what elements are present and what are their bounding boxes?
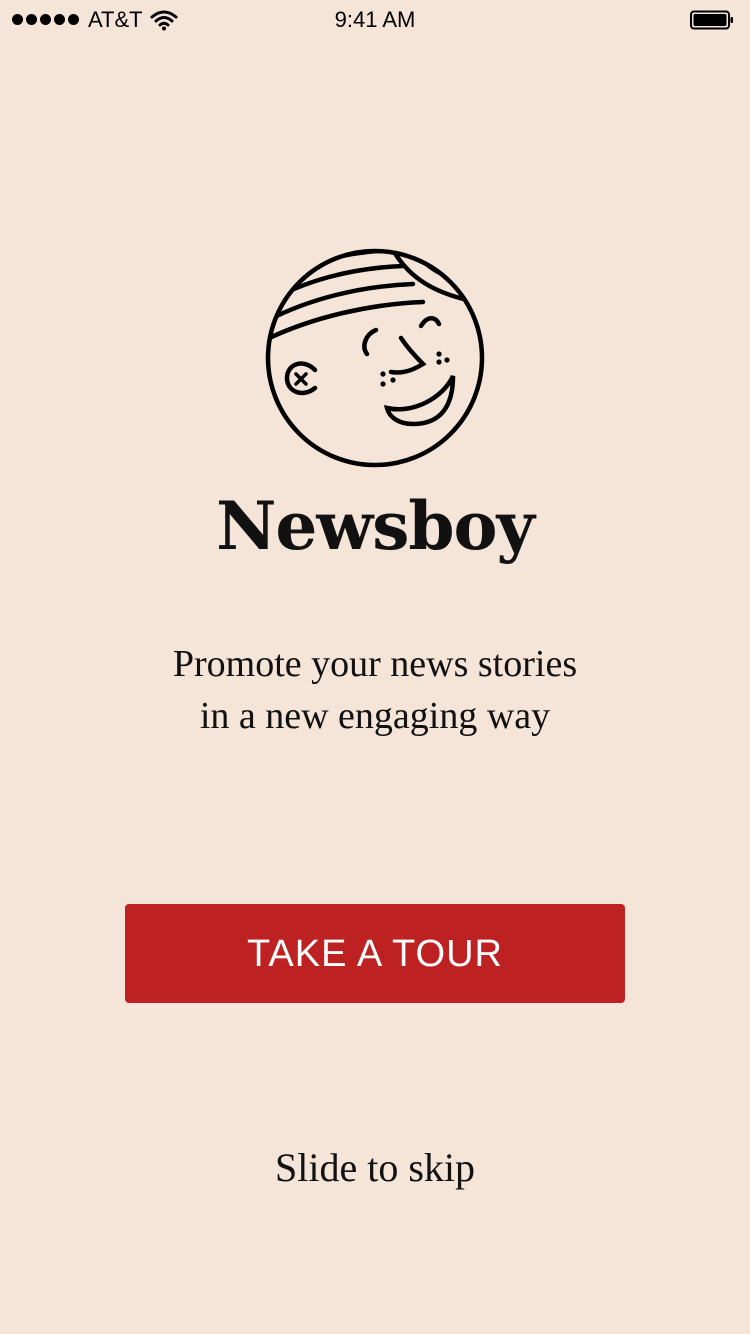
take-a-tour-button[interactable]: TAKE A TOUR bbox=[125, 904, 625, 1003]
tagline: Promote your news stories in a new engag… bbox=[100, 638, 650, 742]
app-title: Newsboy bbox=[216, 487, 535, 565]
status-bar: AT&T 9:41 AM bbox=[0, 0, 750, 40]
newsboy-face-logo bbox=[265, 248, 485, 468]
clock-time: 9:41 AM bbox=[334, 7, 416, 32]
slide-to-skip-control[interactable]: Slide to skip bbox=[0, 1142, 750, 1194]
tagline-line-1: Promote your news stories bbox=[172, 643, 578, 685]
tagline-line-2: in a new engaging way bbox=[199, 695, 551, 737]
battery-icon bbox=[690, 10, 733, 30]
